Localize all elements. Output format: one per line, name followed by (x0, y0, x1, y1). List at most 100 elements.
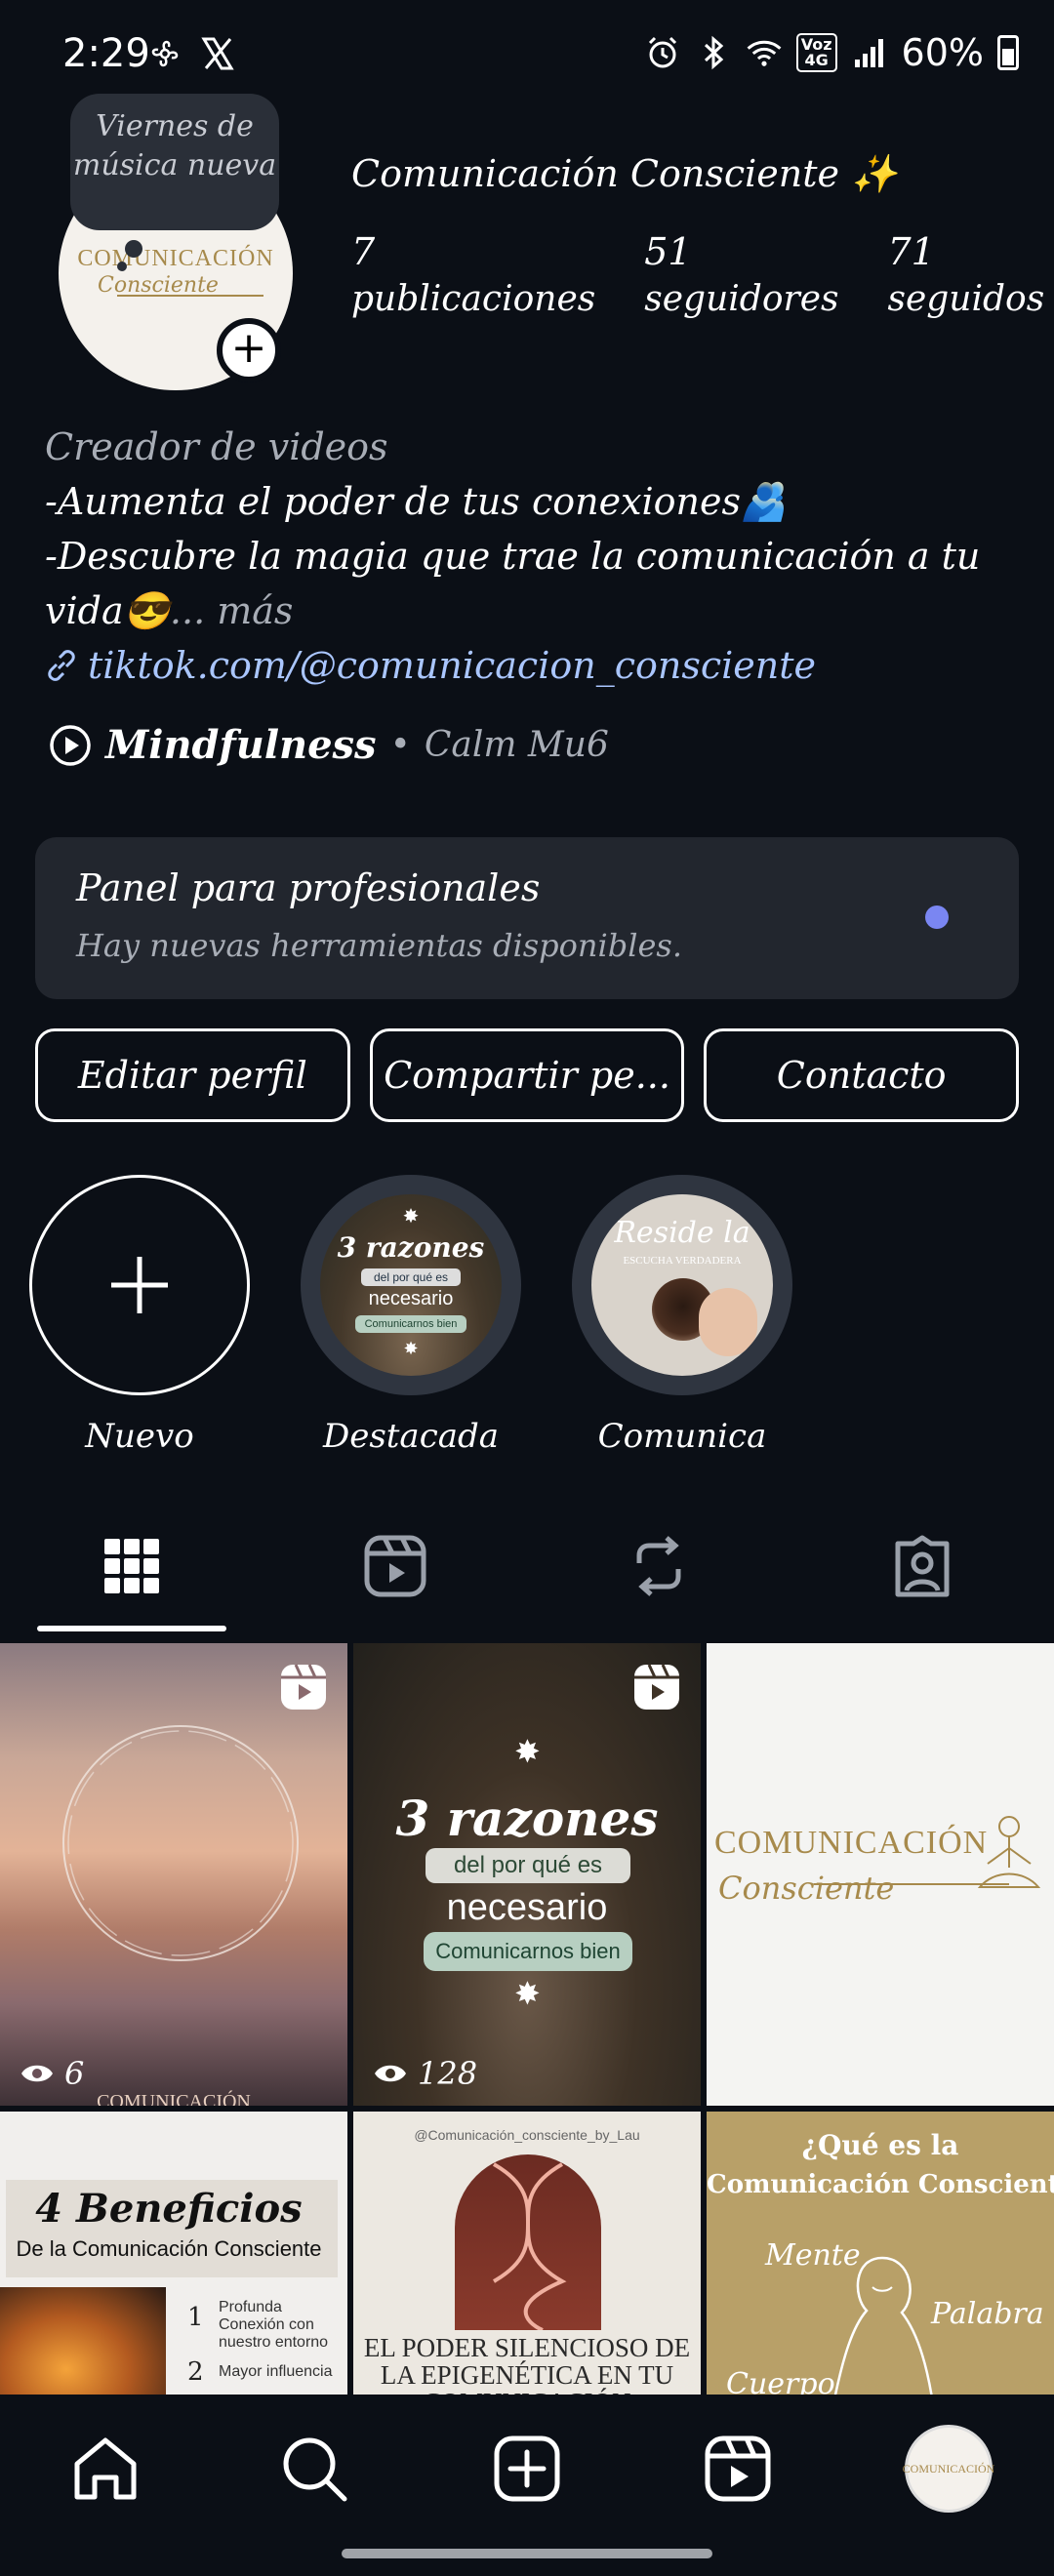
stat-value: 51 (644, 230, 692, 273)
stat-followers[interactable]: 51 seguidores (644, 230, 838, 319)
stat-following[interactable]: 71 seguidos (887, 230, 1044, 319)
post-handle: @Comunicación_consciente_by_Lau (414, 2127, 640, 2143)
profile-category: Creador de videos (45, 425, 388, 468)
post-thumbnail[interactable]: COMUNICACIÓN Consciente (707, 1643, 1054, 2106)
tab-reposts[interactable] (527, 1503, 790, 1630)
profile-music[interactable]: Mindfulness • Calm Mu6 (49, 722, 609, 768)
profile-link[interactable]: tiktok.com/@comunicacion_consciente (45, 638, 1021, 693)
create-icon (494, 2435, 560, 2502)
highlight-cover-title: 3 razones (337, 1231, 485, 1264)
highlight-cover-text: necesario (368, 1288, 454, 1309)
highlight-new[interactable]: Nuevo (29, 1175, 250, 1456)
plus-icon (111, 1257, 168, 1313)
hand-image (699, 1288, 757, 1356)
hands-sunset-image (0, 2287, 166, 2395)
post-thumbnail[interactable]: @Comunicación_consciente_by_Lau EL PODER… (353, 2112, 701, 2395)
bio-line-last: vida😎... más (45, 584, 1021, 638)
bio-more-link[interactable]: ... más (170, 589, 294, 632)
list-number: 1 (187, 2303, 204, 2332)
view-count-value: 6 (64, 2055, 85, 2092)
post-thumbnail[interactable]: 6 COMUNICACIÓN (0, 1643, 347, 2106)
reel-badge-icon (634, 1664, 679, 1710)
plus-icon: + (230, 323, 267, 373)
highlight-cover-ring[interactable]: ✸ 3 razones del por qué es necesario Com… (301, 1175, 521, 1395)
list-item: Profunda Conexión con nuestro entorno (219, 2299, 329, 2351)
home-icon (74, 2437, 137, 2500)
add-story-button[interactable]: + (217, 318, 281, 382)
nav-reels[interactable] (689, 2420, 787, 2517)
tab-tagged[interactable] (790, 1503, 1054, 1630)
avatar[interactable]: COMUNICACIÓN (902, 2425, 995, 2513)
instagram-profile-screen: 2:29 Voz 4G 60% COMUNICACIÓN Consciente V… (0, 0, 1054, 2576)
nav-avatar-text: COMUNICACIÓN (902, 2461, 995, 2475)
note-tail (125, 240, 142, 258)
highlight-comunica[interactable]: Reside la ESCUCHA VERDADERA Comunica (572, 1175, 792, 1456)
new-highlight-circle[interactable] (29, 1175, 250, 1395)
reels-icon (364, 1535, 426, 1597)
star-icon: ✸ (403, 1339, 419, 1359)
post-caption: COMUNICACIÓN (97, 2091, 251, 2106)
star-icon: ✸ (514, 1733, 541, 1770)
woman-profile-illustration (833, 2256, 933, 2395)
eye-icon (375, 2065, 406, 2082)
nav-search[interactable] (265, 2420, 363, 2517)
stat-posts[interactable]: 7 publicaciones (351, 230, 595, 319)
nav-home[interactable] (57, 2420, 154, 2517)
home-indicator[interactable] (342, 2549, 712, 2558)
post-thumbnail[interactable]: 4 Beneficios De la Comunicación Conscien… (0, 2112, 347, 2395)
nav-profile[interactable]: COMUNICACIÓN (900, 2420, 997, 2517)
reel-badge-icon (281, 1664, 326, 1710)
music-artist: Calm Mu6 (424, 725, 609, 765)
post-word: Cuerpo (726, 2367, 835, 2395)
highlight-cover: Reside la ESCUCHA VERDADERA (591, 1194, 773, 1376)
tab-reels[interactable] (264, 1503, 527, 1630)
post-title: 4 Beneficios (35, 2186, 303, 2232)
highlight-destacada[interactable]: ✸ 3 razones del por qué es necesario Com… (301, 1175, 521, 1456)
share-profile-button[interactable]: Compartir pe... (369, 1028, 685, 1122)
note-tail-small (117, 262, 127, 271)
highlight-cover-text: del por qué es (361, 1268, 461, 1286)
profile-name: Comunicación Consciente ✨ (351, 152, 898, 195)
post-thumbnail[interactable]: ✸ 3 razones del por qué es necesario Com… (353, 1643, 701, 2106)
highlight-label: Comunica (597, 1417, 767, 1456)
profile-link-text: tiktok.com/@comunicacion_consciente (88, 644, 817, 687)
eye-icon (21, 2065, 53, 2082)
stat-value: 71 (887, 230, 935, 273)
grid-icon (104, 1539, 159, 1593)
post-subtitle: necesario (446, 1887, 608, 1928)
tab-posts[interactable] (0, 1503, 264, 1631)
alarm-icon (648, 36, 676, 68)
battery-icon (997, 35, 1019, 70)
tagged-icon (895, 1535, 950, 1597)
post-title: Comunicación Consciente (707, 2170, 1054, 2199)
posts-grid: 6 COMUNICACIÓN ✸ 3 razones del por qué e… (0, 1643, 1054, 2395)
bluetooth-icon (704, 35, 723, 70)
profile-note[interactable]: Viernes de música nueva (70, 94, 279, 230)
dna-icon (493, 2162, 567, 2332)
fan-icon (151, 40, 179, 67)
status-time: 2:29 (62, 31, 150, 76)
nav-create[interactable] (478, 2420, 576, 2517)
wifi-icon (747, 40, 782, 66)
meditation-figure-icon (977, 1816, 1041, 1888)
list-item: Mayor influencia (219, 2363, 333, 2380)
music-separator: • (389, 725, 411, 765)
view-count-value: 128 (418, 2055, 478, 2092)
x-logo-icon (201, 37, 234, 70)
music-song-title: Mindfulness (105, 722, 377, 768)
highlight-cover-ring[interactable]: Reside la ESCUCHA VERDADERA (572, 1175, 792, 1395)
repost-icon (636, 1536, 681, 1596)
professional-dashboard[interactable]: Panel para profesionales Hay nuevas herr… (35, 837, 1019, 999)
battery-percent: 60% (901, 31, 984, 74)
post-thumbnail[interactable]: ¿Qué es la Comunicación Consciente Mente… (707, 2112, 1054, 2395)
post-logo-script: Consciente (718, 1870, 895, 1907)
story-highlights: Nuevo ✸ 3 razones del por qué es necesar… (29, 1175, 792, 1456)
edit-profile-button[interactable]: Editar perfil (35, 1028, 350, 1122)
post-word: Palabra (931, 2297, 1044, 2331)
status-bar: 2:29 Voz 4G 60% (0, 0, 1054, 107)
contact-button[interactable]: Contacto (704, 1028, 1020, 1122)
highlight-label: Nuevo (85, 1417, 194, 1456)
circle-frame-graphic (62, 1725, 299, 1961)
avatar-logo-script: Consciente (98, 273, 219, 298)
stat-label: publicaciones (351, 279, 596, 319)
